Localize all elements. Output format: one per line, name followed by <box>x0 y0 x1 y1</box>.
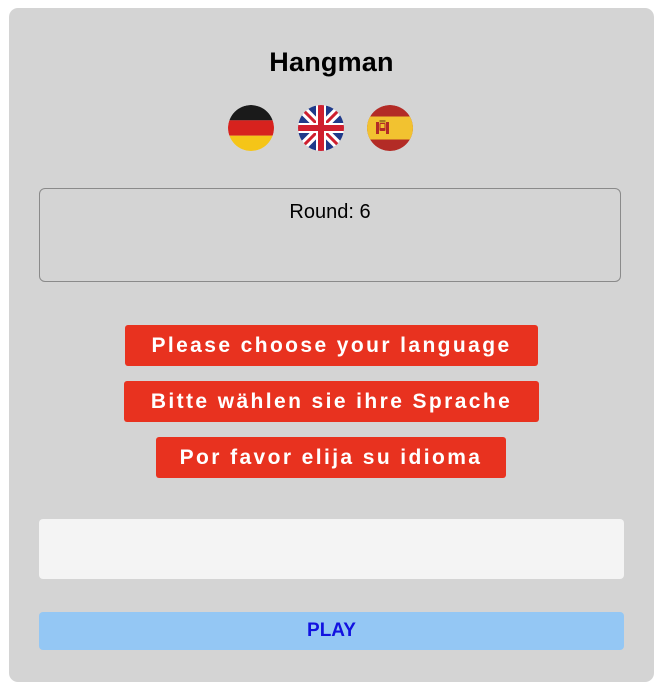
message-spanish: Por favor elija su idioma <box>156 437 506 478</box>
german-flag-icon[interactable] <box>228 105 274 151</box>
message-german: Bitte wählen sie ihre Sprache <box>124 381 539 422</box>
round-label: Round: 6 <box>289 201 371 223</box>
uk-flag-icon[interactable] <box>297 105 344 151</box>
round-display: Round: 6 <box>39 188 621 282</box>
spanish-flag-icon[interactable] <box>367 105 413 151</box>
page-title: Hangman <box>269 47 394 77</box>
message-english: Please choose your language <box>125 325 538 366</box>
guess-input[interactable] <box>39 519 624 579</box>
play-button[interactable]: PLAY <box>39 612 624 650</box>
game-panel: Hangman Round: 6 Please choose your lang… <box>9 8 654 682</box>
language-selector <box>228 105 413 151</box>
